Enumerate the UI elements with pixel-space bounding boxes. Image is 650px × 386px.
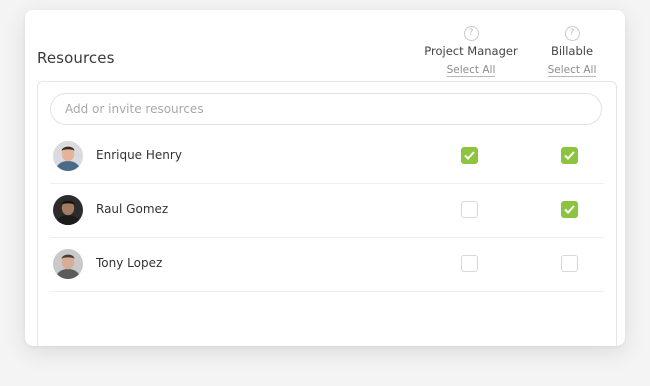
billable-column-header: ? Billable Select All [539,26,605,77]
resource-name: Enrique Henry [96,148,182,162]
resource-name: Raul Gomez [96,202,169,216]
project-manager-label: Project Manager [424,44,518,58]
billable-label: Billable [550,44,594,58]
avatar [53,195,83,225]
resources-panel: Enrique Henry Raul Gomez [37,81,617,346]
table-row: Enrique Henry [50,129,604,184]
billable-checkbox[interactable] [561,147,578,164]
project-manager-select-all-link[interactable]: Select All [446,64,496,77]
search-input[interactable] [50,93,602,125]
billable-checkbox[interactable] [561,255,578,272]
project-manager-column-header: ? Project Manager Select All [419,26,523,77]
billable-select-all-link[interactable]: Select All [547,64,597,77]
help-icon[interactable]: ? [463,26,479,41]
billable-checkbox[interactable] [561,201,578,218]
avatar [53,249,83,279]
help-icon[interactable]: ? [564,26,580,41]
resource-name: Tony Lopez [96,256,163,270]
table-row: Raul Gomez [50,183,604,238]
page-title: Resources [37,49,115,67]
project-manager-checkbox[interactable] [461,255,478,272]
resources-card: Resources ? Project Manager Select All ?… [25,10,625,346]
project-manager-checkbox[interactable] [461,201,478,218]
avatar [53,141,83,171]
project-manager-checkbox[interactable] [461,147,478,164]
table-row: Tony Lopez [50,237,604,292]
